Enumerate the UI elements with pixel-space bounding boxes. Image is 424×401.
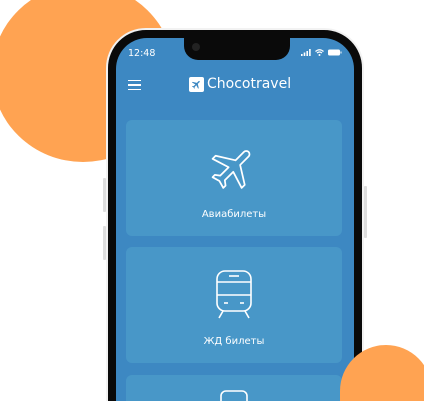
notch (184, 38, 290, 60)
status-time: 12:48 (128, 48, 156, 59)
airplane-icon (211, 150, 251, 189)
card-label: Авиабилеты (201, 209, 267, 220)
menu-icon[interactable] (128, 80, 141, 93)
brand-logo: Chocotravel (189, 76, 291, 92)
status-icons (301, 49, 342, 56)
card-trains[interactable]: ЖД билеты (126, 247, 342, 363)
train-icon (216, 270, 252, 319)
app-screen: 12:48 Chocotravel Авиабилеты ЖД билеты (116, 38, 354, 401)
phone-mockup: 12:48 Chocotravel Авиабилеты ЖД билеты (103, 28, 367, 401)
card-flights[interactable]: Авиабилеты (126, 120, 342, 236)
signal-icon (301, 49, 311, 56)
card-label: ЖД билеты (203, 336, 265, 347)
battery-icon (328, 49, 342, 56)
brand-name: Chocotravel (207, 76, 292, 92)
card-bus[interactable] (126, 375, 342, 401)
bus-icon (220, 390, 248, 401)
wifi-icon (315, 49, 324, 56)
logo-plane-icon (189, 76, 204, 92)
app-header: Chocotravel (116, 72, 354, 98)
